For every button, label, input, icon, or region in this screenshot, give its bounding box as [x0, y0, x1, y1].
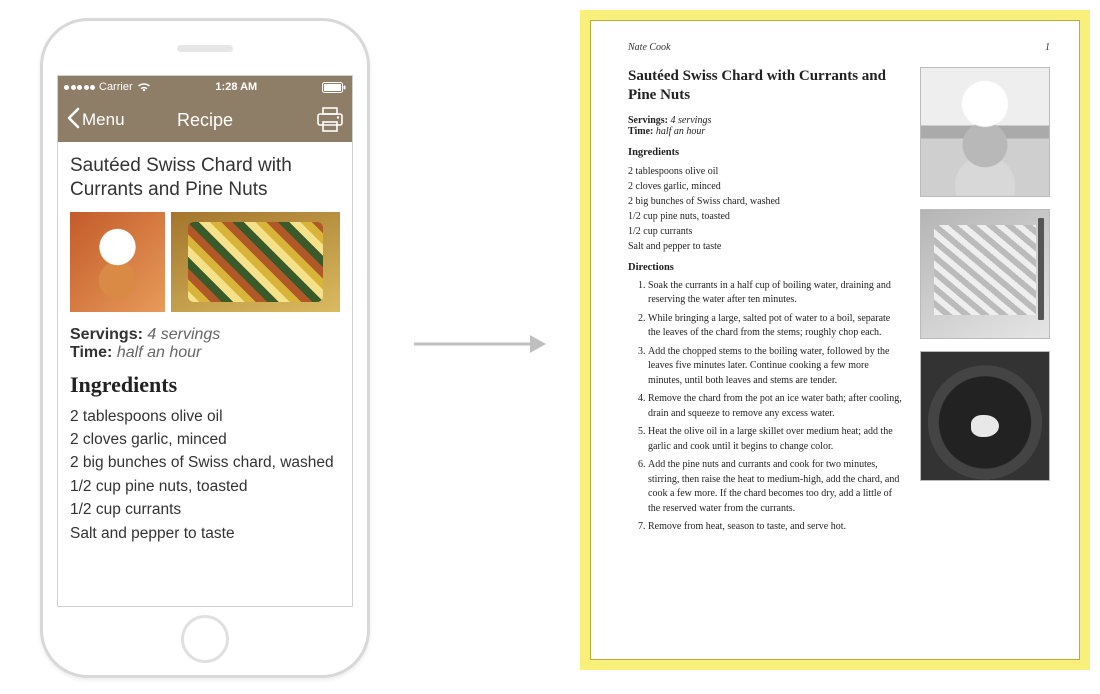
- carrier-label: Carrier: [99, 81, 133, 93]
- servings-label: Servings:: [70, 326, 143, 343]
- direction-item: Remove from heat, season to taste, and s…: [648, 520, 902, 535]
- ingredient-item: 2 cloves garlic, minced: [628, 179, 902, 194]
- wifi-icon: [137, 82, 151, 92]
- recipe-title: Sautéed Swiss Chard with Currants and Pi…: [70, 154, 340, 202]
- print-photos: [920, 67, 1050, 539]
- print-button[interactable]: [316, 107, 344, 133]
- ingredient-item: Salt and pepper to taste: [628, 239, 902, 254]
- phone-frame: Carrier 1:28 AM Menu Recipe: [40, 18, 370, 678]
- back-label: Menu: [82, 110, 125, 130]
- recipe-photo[interactable]: [70, 212, 165, 312]
- print-title: Sautéed Swiss Chard with Currants and Pi…: [628, 67, 902, 105]
- recipe-photo[interactable]: [171, 212, 340, 312]
- chevron-left-icon: [66, 107, 80, 134]
- ingredient-item: Salt and pepper to taste: [70, 523, 340, 545]
- photo-row: [70, 212, 340, 312]
- direction-item: Add the pine nuts and currants and cook …: [648, 458, 902, 516]
- print-directions-heading: Directions: [628, 262, 902, 273]
- ingredients-list: 2 tablespoons olive oil2 cloves garlic, …: [70, 406, 340, 546]
- ingredient-item: 1/2 cup pine nuts, toasted: [70, 476, 340, 498]
- direction-item: Soak the currants in a half cup of boili…: [648, 279, 902, 308]
- print-meta: Servings: 4 servings Time: half an hour: [628, 115, 902, 137]
- print-photo: [920, 67, 1050, 197]
- print-ingredients-list: 2 tablespoons olive oil2 cloves garlic, …: [628, 164, 902, 254]
- print-author: Nate Cook: [628, 42, 671, 53]
- print-page-number: 1: [1045, 42, 1050, 53]
- signal-icon: [64, 85, 95, 90]
- ingredient-item: 2 cloves garlic, minced: [70, 429, 340, 451]
- back-button[interactable]: Menu: [66, 107, 125, 134]
- status-bar: Carrier 1:28 AM: [58, 76, 352, 98]
- time-value: half an hour: [117, 344, 202, 361]
- home-button[interactable]: [181, 615, 229, 663]
- print-servings-value: 4 servings: [671, 115, 712, 126]
- phone-screen: Carrier 1:28 AM Menu Recipe: [57, 75, 353, 607]
- arrow-icon: [410, 330, 550, 363]
- print-directions-list: Soak the currants in a half cup of boili…: [628, 279, 902, 535]
- direction-item: Add the chopped stems to the boiling wat…: [648, 345, 902, 389]
- ingredient-item: 2 tablespoons olive oil: [70, 406, 340, 428]
- ingredient-item: 2 tablespoons olive oil: [628, 164, 902, 179]
- ingredient-item: 1/2 cup pine nuts, toasted: [628, 209, 902, 224]
- print-ingredients-heading: Ingredients: [628, 147, 902, 158]
- print-header: Nate Cook 1: [628, 42, 1050, 53]
- ingredient-item: 2 big bunches of Swiss chard, washed: [628, 194, 902, 209]
- print-photo: [920, 351, 1050, 481]
- ingredient-item: 1/2 cup currants: [70, 499, 340, 521]
- ingredient-item: 1/2 cup currants: [628, 224, 902, 239]
- nav-bar: Menu Recipe: [58, 98, 352, 142]
- direction-item: While bringing a large, salted pot of wa…: [648, 312, 902, 341]
- direction-item: Remove the chard from the pot an ice wat…: [648, 392, 902, 421]
- servings-value: 4 servings: [147, 326, 220, 343]
- print-preview: Nate Cook 1 Sautéed Swiss Chard with Cur…: [580, 10, 1090, 670]
- recipe-content[interactable]: Sautéed Swiss Chard with Currants and Pi…: [58, 142, 352, 606]
- direction-item: Heat the olive oil in a large skillet ov…: [648, 425, 902, 454]
- print-photo: [920, 209, 1050, 339]
- ingredients-heading: Ingredients: [70, 372, 340, 398]
- ingredient-item: 2 big bunches of Swiss chard, washed: [70, 452, 340, 474]
- battery-icon: [322, 82, 346, 93]
- status-time: 1:28 AM: [215, 81, 257, 93]
- phone-speaker: [177, 45, 233, 52]
- time-label: Time:: [70, 344, 112, 361]
- recipe-meta: Servings: 4 servings Time: half an hour: [70, 326, 340, 362]
- print-time-label: Time:: [628, 126, 653, 137]
- print-servings-label: Servings:: [628, 115, 668, 126]
- print-time-value: half an hour: [656, 126, 705, 137]
